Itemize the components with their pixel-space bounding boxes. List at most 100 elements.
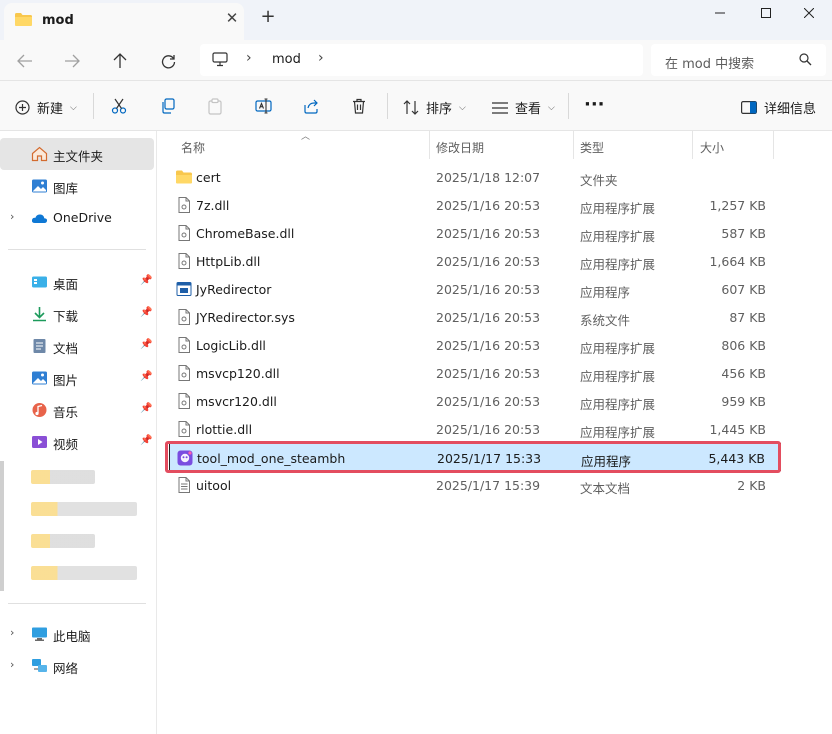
cut-button[interactable] <box>111 98 127 114</box>
sidebar-item-music[interactable]: 音乐 📌 <box>0 394 154 426</box>
sidebar-item-documents[interactable]: 文档 📌 <box>0 330 154 362</box>
sidebar-item-label: 音乐 <box>53 405 79 420</box>
search-input[interactable]: 在 mod 中搜索 <box>651 44 826 76</box>
file-name: msvcp120.dll <box>196 366 280 381</box>
file-size: 806 KB <box>721 338 766 353</box>
details-button[interactable]: 详细信息 <box>741 98 816 117</box>
file-row[interactable]: ChromeBase.dll 2025/1/16 20:53 应用程序扩展 587 K… <box>169 219 781 247</box>
dll-icon <box>176 421 192 437</box>
chevron-down-icon: ⌵ <box>459 102 466 113</box>
sidebar-item-network[interactable]: › 网络 <box>0 650 154 682</box>
sidebar-item-label: 图片 <box>53 373 79 388</box>
file-row[interactable]: JyRedirector 2025/1/16 20:53 应用程序 607 KB <box>169 275 781 303</box>
file-row[interactable]: HttpLib.dll 2025/1/16 20:53 应用程序扩展 1,664 KB <box>169 247 781 275</box>
pin-icon[interactable]: 📌 <box>140 371 152 382</box>
file-row[interactable]: 7z.dll 2025/1/16 20:53 应用程序扩展 1,257 KB <box>169 191 781 219</box>
file-row[interactable]: JYRedirector.sys 2025/1/16 20:53 系统文件 87 KB <box>169 303 781 331</box>
maximize-button[interactable] <box>743 2 789 24</box>
forward-button[interactable] <box>62 51 82 71</box>
file-size: 1,664 KB <box>709 254 766 269</box>
file-row[interactable]: uitool 2025/1/17 15:39 文本文档 2 KB <box>169 471 781 499</box>
sidebar-item-home[interactable]: 主文件夹 <box>0 138 154 170</box>
tab-mod[interactable]: mod ✕ <box>4 3 244 40</box>
home-icon <box>31 146 48 162</box>
sidebar-item-downloads[interactable]: 下载 📌 <box>0 298 154 330</box>
file-modified-date: 2025/1/17 15:39 <box>436 478 541 493</box>
dll-icon <box>176 337 192 353</box>
column-header-name[interactable]: 名称 <box>181 131 429 159</box>
column-divider[interactable] <box>773 131 774 159</box>
redacted-sidebar-item[interactable] <box>31 534 95 548</box>
breadcrumb-mod[interactable]: mod <box>272 52 301 67</box>
sidebar-item-this-pc[interactable]: › 此电脑 <box>0 618 154 650</box>
column-divider[interactable] <box>573 131 574 159</box>
file-row[interactable]: rlottie.dll 2025/1/16 20:53 应用程序扩展 1,445 KB <box>169 415 781 443</box>
file-row[interactable]: msvcp120.dll 2025/1/16 20:53 应用程序扩展 456 KB <box>169 359 781 387</box>
close-window-button[interactable] <box>786 2 832 24</box>
chevron-right-icon[interactable]: › <box>10 626 14 639</box>
column-header-modified[interactable]: 修改日期 <box>436 131 574 159</box>
new-tab-button[interactable]: + <box>259 8 277 26</box>
file-row[interactable]: LogicLib.dll 2025/1/16 20:53 应用程序扩展 806 KB <box>169 331 781 359</box>
rename-button[interactable] <box>255 98 272 114</box>
file-modified-date: 2025/1/16 20:53 <box>436 226 541 241</box>
file-row[interactable]: cert 2025/1/18 12:07 文件夹 <box>169 163 781 191</box>
cloud-icon <box>31 214 48 223</box>
chevron-right-icon[interactable]: › <box>10 210 14 223</box>
pin-icon[interactable]: 📌 <box>140 339 152 350</box>
chevron-right-icon[interactable]: › <box>10 658 14 671</box>
pictures-icon <box>32 371 47 385</box>
file-row[interactable]: msvcr120.dll 2025/1/16 20:53 应用程序扩展 959 KB <box>169 387 781 415</box>
sidebar-item-desktop[interactable]: 桌面 📌 <box>0 266 154 298</box>
chevron-right-icon[interactable]: › <box>246 50 252 66</box>
close-tab-icon[interactable]: ✕ <box>224 10 240 26</box>
back-button[interactable] <box>15 51 35 71</box>
more-options-button[interactable]: ··· <box>584 94 605 115</box>
sidebar-scrollbar[interactable] <box>0 461 4 591</box>
share-icon <box>304 99 318 114</box>
view-button[interactable]: 查看 ⌵ <box>492 98 555 117</box>
redacted-sidebar-item[interactable] <box>31 502 137 516</box>
pin-icon[interactable]: 📌 <box>140 403 152 414</box>
divider <box>8 249 146 250</box>
sidebar-item-onedrive[interactable]: › OneDrive <box>0 202 154 234</box>
minimize-button[interactable] <box>697 2 743 24</box>
file-size: 1,257 KB <box>709 198 766 213</box>
sidebar-item-label: 网络 <box>53 661 79 676</box>
chevron-right-icon[interactable]: › <box>318 50 324 66</box>
up-arrow-icon <box>113 53 127 68</box>
file-size: 1,445 KB <box>709 422 766 437</box>
file-type: 文本文档 <box>580 481 631 496</box>
refresh-button[interactable] <box>158 51 178 71</box>
pin-icon[interactable]: 📌 <box>140 275 152 286</box>
file-type: 文件夹 <box>580 173 618 188</box>
pin-icon[interactable]: 📌 <box>140 435 152 446</box>
pin-icon[interactable]: 📌 <box>140 307 152 318</box>
redacted-sidebar-item[interactable] <box>31 566 137 580</box>
sort-button[interactable]: 排序 ⌵ <box>403 98 466 117</box>
delete-button[interactable] <box>351 98 367 114</box>
sidebar-item-pictures[interactable]: 图片 📌 <box>0 362 154 394</box>
paste-button[interactable] <box>207 98 223 115</box>
details-label: 详细信息 <box>764 102 817 117</box>
copy-button[interactable] <box>160 98 176 114</box>
column-divider[interactable] <box>429 131 430 159</box>
redacted-sidebar-item[interactable] <box>31 470 95 484</box>
network-icon <box>32 659 47 672</box>
sidebar-item-gallery[interactable]: 图库 <box>0 170 154 202</box>
share-button[interactable] <box>303 98 319 114</box>
column-label: 大小 <box>700 141 725 155</box>
file-name: JyRedirector <box>196 282 272 297</box>
details-pane-icon <box>741 101 757 114</box>
column-divider[interactable] <box>692 131 693 159</box>
new-button[interactable]: 新建 ⌵ <box>15 98 77 117</box>
column-header-size[interactable]: 大小 <box>700 131 772 159</box>
back-arrow-icon <box>17 54 32 68</box>
sidebar-item-videos[interactable]: 视频 📌 <box>0 426 154 458</box>
column-header-type[interactable]: 类型 <box>580 131 692 159</box>
up-button[interactable] <box>110 51 130 71</box>
column-label: 修改日期 <box>436 141 485 155</box>
file-type: 系统文件 <box>580 313 631 328</box>
breadcrumb[interactable]: › mod › <box>200 44 643 76</box>
exe-icon <box>176 281 192 297</box>
